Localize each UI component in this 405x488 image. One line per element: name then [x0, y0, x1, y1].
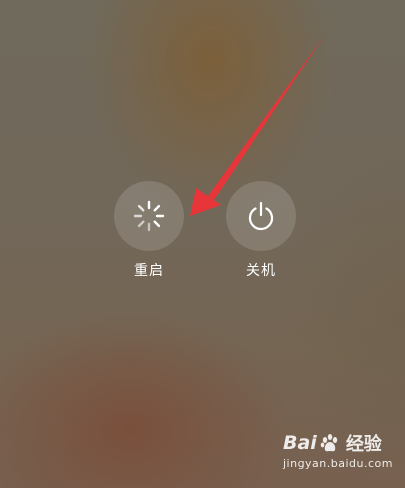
watermark-brand-suffix: 经验: [345, 434, 382, 455]
baidu-paw-logo-icon: [319, 432, 341, 454]
watermark-brand-prefix: Bai: [282, 432, 317, 454]
red-annotation-arrow: [190, 30, 328, 216]
arrow-shaft: [208, 30, 328, 200]
watermark-url: jingyan.baidu.com: [282, 457, 393, 470]
baidu-jingyan-watermark: Bai 经验 jingyan.baidu.com: [283, 430, 393, 470]
